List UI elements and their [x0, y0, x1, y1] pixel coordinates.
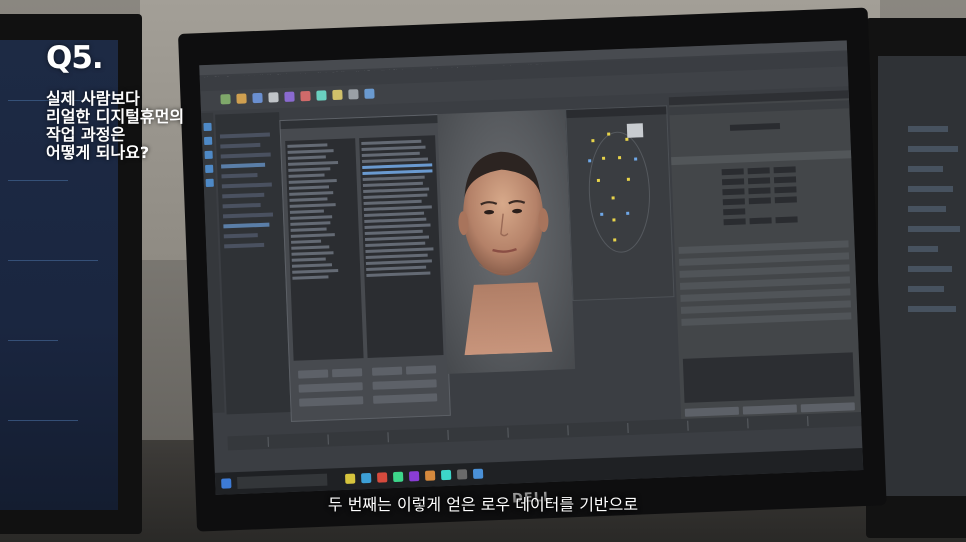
- face-outline-icon: [588, 131, 650, 253]
- question-title-line: 실제 사람보다: [46, 89, 140, 108]
- maya-application-screen: FileEditCreateSelectModifyDisplayWindows…: [199, 40, 864, 495]
- windows-taskbar-icon: [214, 448, 864, 495]
- maya-outliner-panel: [215, 112, 291, 415]
- face-thumbnail: [626, 123, 644, 138]
- combination-shapes-dialog: [279, 114, 451, 422]
- question-title-line: 어떻게 되나요?: [46, 143, 150, 162]
- video-subtitle: 두 번째는 이렇게 얻은 로우 데이터를 기반으로: [327, 495, 639, 514]
- shape-list-left: [285, 138, 364, 361]
- dialog-titlebar: [280, 115, 439, 130]
- question-badge: Q5.: [46, 40, 104, 76]
- question-title-line: 리얼한 디지털휴먼의: [46, 107, 185, 126]
- attribute-editor-panel: [668, 90, 862, 427]
- main-monitor: FileEditCreateSelectModifyDisplayWindows…: [178, 7, 887, 532]
- 3d-viewport[interactable]: [437, 109, 576, 374]
- face-3d-model: [458, 151, 553, 356]
- question-title-line: 작업 과정은: [46, 125, 126, 144]
- shape-list-right: [359, 135, 444, 358]
- taskbar-search[interactable]: [237, 473, 328, 490]
- question-title: 실제 사람보다 리얼한 디지털휴먼의 작업 과정은 어떻게 되나요?: [46, 90, 184, 162]
- right-monitor-screen: [878, 56, 966, 496]
- photo-scene: FileEditCreateSelectModifyDisplayWindows…: [0, 0, 966, 542]
- face-controls-panel: [565, 105, 675, 302]
